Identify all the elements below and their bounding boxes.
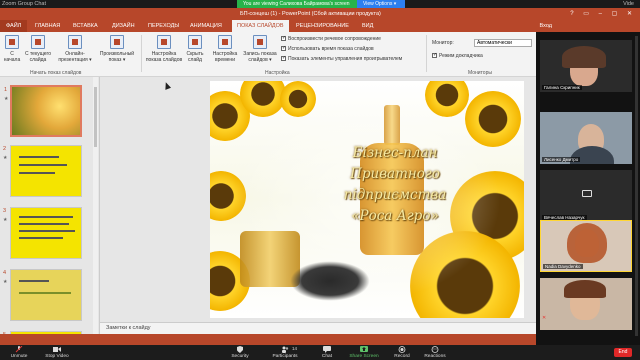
group-separator — [141, 35, 142, 72]
custom-show-button[interactable]: Произвольный показ ▾ — [97, 35, 137, 63]
media-controls-checkbox[interactable]: Показать элементы управления проигрывате… — [281, 54, 402, 63]
checkbox-checked-icon — [281, 44, 286, 52]
hide-slide-button[interactable]: Скрыть слайд — [184, 35, 206, 63]
setup-slideshow-button[interactable]: Настройка показа слайдов — [145, 35, 183, 63]
slide-thumbnails-pane: 1 ★ 2 ★ 3 ★ 4 ★ 5 — [0, 77, 100, 345]
slide-thumbnail-1[interactable]: 1 ★ — [4, 85, 82, 137]
group-label-setup: Настройка — [265, 70, 290, 76]
zoom-banner-left-label: Zoom Group Chat — [2, 1, 47, 7]
group-label-monitors: Мониторы — [468, 70, 492, 76]
participant-count: 14 — [292, 346, 298, 351]
zoom-toolbar: Unmute Stop Video Security Participants … — [0, 345, 640, 360]
play-from-start-icon — [5, 35, 19, 49]
status-bar — [0, 334, 536, 345]
slide-thumbnail-2[interactable]: 2 ★ — [3, 145, 82, 197]
chat-button[interactable]: Chat — [316, 346, 338, 359]
participants-icon — [281, 346, 289, 353]
record-icon — [398, 346, 406, 353]
end-meeting-button[interactable]: End — [614, 348, 632, 357]
monitor-select[interactable]: Автоматически — [474, 39, 532, 47]
animation-star-icon: ★ — [3, 217, 8, 223]
record-show-icon — [253, 35, 267, 49]
tab-design[interactable]: ДИЗАЙН — [112, 20, 135, 32]
tab-transitions[interactable]: ПЕРЕХОДЫ — [148, 20, 179, 32]
stop-video-button[interactable]: Stop Video — [42, 346, 72, 359]
share-screen-button[interactable]: Share Screen — [346, 346, 382, 359]
microphone-muted-icon: ✕ — [542, 315, 547, 321]
participant-name: Nadia Davydenko — [543, 264, 583, 269]
tab-insert[interactable]: ВСТАВКА — [73, 20, 98, 32]
checkbox-checked-icon — [281, 54, 286, 62]
notes-pane[interactable]: Заметки к слайду — [100, 322, 536, 334]
rehearse-timings-button[interactable]: Настройка времени — [210, 35, 240, 63]
checkbox-checked-icon — [281, 34, 286, 42]
slide-thumbnail-3[interactable]: 3 ★ — [3, 207, 82, 259]
ribbon: С начала С текущего слайда Онлайн-презен… — [0, 32, 536, 77]
zoom-share-banner: Zoom Group Chat You are viewing Салихова… — [0, 0, 640, 8]
setup-show-icon — [157, 35, 171, 49]
tab-review[interactable]: РЕЦЕНЗИРОВАНИЕ — [296, 20, 349, 32]
shield-icon — [236, 346, 244, 353]
use-timings-checkbox[interactable]: Использовать время показа слайдов — [281, 44, 374, 53]
record-slideshow-button[interactable]: Запись показа слайдов ▾ — [242, 35, 278, 63]
participant-gallery: Галина Скрипник Лисенко Дмитро Вячеслав … — [536, 32, 640, 345]
camera-off-icon — [582, 190, 592, 197]
play-current-icon — [31, 35, 45, 49]
tab-animation[interactable]: АНИМАЦИЯ — [190, 20, 222, 32]
participant-tile[interactable]: ✕ — [540, 278, 632, 330]
view-options-button[interactable]: View Options ▾ — [357, 0, 405, 8]
rehearse-timings-icon — [218, 35, 232, 49]
sunflower-seeds-image — [290, 261, 370, 301]
participant-tile[interactable]: Nadia Davydenko — [540, 220, 632, 272]
slide-editor: Бізнес-план Приватного підприємства «Рос… — [100, 77, 536, 322]
animation-star-icon: ★ — [4, 96, 9, 102]
checkbox-checked-icon — [432, 51, 437, 59]
notes-placeholder: Заметки к слайду — [106, 325, 151, 331]
zoom-banner-right-label: Vide — [623, 1, 634, 7]
monitor-label: Монитор: — [432, 40, 454, 46]
viewing-screen-notice: You are viewing Салихова Байрамова's scr… — [237, 0, 357, 8]
unmute-button[interactable]: Unmute — [6, 345, 32, 359]
tab-view[interactable]: ВИД — [362, 20, 373, 32]
reactions-button[interactable]: Reactions — [420, 346, 450, 359]
animation-star-icon: ★ — [3, 155, 8, 161]
powerpoint-title-bar: БП-сонцеш (1) - PowerPoint (Сбой активац… — [0, 8, 640, 20]
ribbon-tabs: ФАЙЛ ГЛАВНАЯ ВСТАВКА ДИЗАЙН ПЕРЕХОДЫ АНИ… — [0, 20, 640, 32]
gallery-scrollbar[interactable] — [635, 36, 638, 336]
security-button[interactable]: Security — [226, 346, 254, 359]
sign-in-link[interactable]: Вход — [540, 20, 552, 32]
chat-icon — [323, 346, 331, 353]
slide-title[interactable]: Бізнес-план Приватного підприємства «Рос… — [305, 143, 485, 227]
share-screen-icon — [360, 346, 368, 353]
participant-tile[interactable]: Вячеслав Назарчук — [540, 170, 632, 222]
animation-star-icon: ★ — [3, 279, 8, 285]
microphone-muted-icon — [15, 345, 23, 353]
participant-name: Лисенко Дмитро — [542, 157, 581, 162]
video-camera-icon — [53, 346, 61, 353]
participant-name: Галина Скрипник — [542, 85, 582, 90]
window-controls[interactable]: ? ▭ – ▢ ✕ — [570, 8, 636, 20]
online-present-icon — [68, 35, 82, 49]
participant-tile[interactable]: Галина Скрипник — [540, 40, 632, 92]
window-title: БП-сонцеш (1) - PowerPoint (Сбой активац… — [240, 11, 381, 17]
record-button[interactable]: Record — [390, 346, 414, 359]
slide-thumbnail-4[interactable]: 4 ★ — [3, 269, 82, 321]
current-slide[interactable]: Бізнес-план Приватного підприємства «Рос… — [210, 81, 524, 318]
group-label-start: Начать показ слайдов — [30, 70, 82, 76]
presenter-view-checkbox[interactable]: Режим докладчика — [432, 51, 483, 60]
hide-slide-icon — [188, 35, 202, 49]
from-beginning-button[interactable]: С начала — [2, 35, 22, 63]
narrations-checkbox[interactable]: Воспроизвести речевое сопровождение — [281, 34, 381, 43]
participant-tile[interactable]: Лисенко Дмитро — [540, 112, 632, 164]
online-presentation-button[interactable]: Онлайн-презентация ▾ — [56, 35, 94, 63]
tab-home[interactable]: ГЛАВНАЯ — [35, 20, 60, 32]
group-separator — [426, 35, 427, 72]
from-current-slide-button[interactable]: С текущего слайда — [24, 35, 52, 63]
reactions-icon — [431, 346, 439, 353]
custom-show-icon — [110, 35, 124, 49]
tab-file[interactable]: ФАЙЛ — [0, 20, 28, 32]
tab-slideshow[interactable]: ПОКАЗ СЛАЙДОВ — [232, 20, 289, 32]
thumbnails-scrollbar[interactable] — [93, 77, 98, 337]
